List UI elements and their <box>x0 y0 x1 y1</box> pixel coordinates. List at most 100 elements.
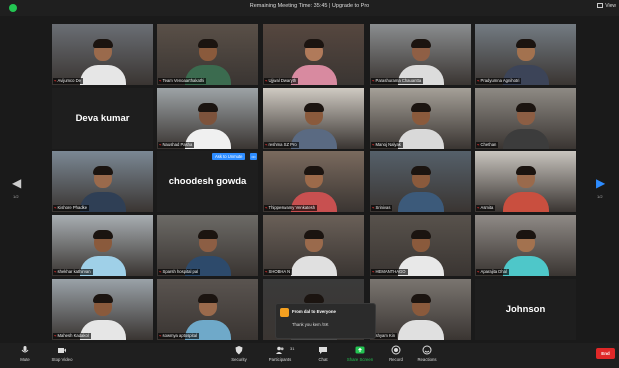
participant-tile[interactable]: ⌁Sparsh hospital pal <box>157 215 258 276</box>
participant-tile[interactable]: ⌁Srinivas <box>370 151 471 212</box>
participant-tile[interactable]: ⌁Avijumco De <box>52 24 153 85</box>
page-indicator-right: 1/2 <box>597 194 603 199</box>
muted-mic-icon: ⌁ <box>477 142 480 147</box>
participant-tile[interactable]: ⌁HEMANTHAGO <box>370 215 471 276</box>
participant-hair <box>515 38 536 48</box>
participant-tile[interactable]: ⌁shyam Kin <box>370 279 471 340</box>
muted-mic-icon: ⌁ <box>54 269 57 274</box>
participant-tile[interactable]: ⌁Naushad Pasha <box>157 88 258 149</box>
muted-mic-icon: ⌁ <box>54 205 57 210</box>
share-screen-button[interactable]: Share Screen <box>340 345 380 362</box>
participant-tile[interactable]: ⌁Kishore Phadke <box>52 151 153 212</box>
participant-tile[interactable]: Deva kumar <box>52 88 153 149</box>
chat-notification[interactable]: From dal to Everyone Thank you kem /SK <box>275 303 376 339</box>
participant-tile[interactable]: ⌁Ujjwal Dwaryth <box>263 24 364 85</box>
participant-tile[interactable]: ⌁Chethan <box>475 88 576 149</box>
participant-tile[interactable]: ⌁Pradyumna Agnihotri <box>475 24 576 85</box>
participant-name-tag: ⌁shekhar kathirvan <box>53 269 93 275</box>
participant-name-tag: ⌁Srinivas <box>371 205 393 211</box>
participant-name-tag: ⌁Kishore Phadke <box>53 205 90 211</box>
participant-hair <box>197 38 218 48</box>
participant-tile[interactable]: ⌁Team Venoaarthakathi <box>157 24 258 85</box>
participant-name-tag: ⌁Parashurama Chauantta <box>371 78 424 84</box>
participant-tile[interactable]: ⌁Parashurama Chauantta <box>370 24 471 85</box>
participant-tile[interactable]: ⌁Aparajita Dhal <box>475 215 576 276</box>
chat-button[interactable]: Chat <box>303 345 343 362</box>
participant-tile[interactable]: ⌁Thippeswamy Venkatesh <box>263 151 364 212</box>
muted-mic-icon: ⌁ <box>265 205 268 210</box>
participant-tile[interactable]: ⌁SHOBHA N <box>263 215 364 276</box>
participant-hair <box>92 165 113 175</box>
participant-hair <box>92 229 113 239</box>
participant-hair <box>410 165 431 175</box>
participant-name: Kishore Phadke <box>57 205 88 210</box>
participant-name: SHOBHA N <box>268 269 291 274</box>
participant-name-tag: ⌁Asmita <box>476 205 496 211</box>
participant-hair <box>515 165 536 175</box>
participant-tile[interactable]: Johnson <box>475 279 576 340</box>
participant-name-tag: ⌁Team Venoaarthakathi <box>158 78 207 84</box>
participant-tile[interactable]: ⌁shekhar kathirvan <box>52 215 153 276</box>
participant-name: HEMANTHAGO <box>375 269 406 274</box>
participant-hair <box>410 38 431 48</box>
next-page-arrow-icon[interactable]: ▶ <box>596 176 605 190</box>
video-camera-icon <box>58 348 66 353</box>
participant-hair <box>92 293 113 303</box>
muted-mic-icon: ⌁ <box>159 269 162 274</box>
stop-video-button[interactable]: Stop Video <box>42 345 82 362</box>
participant-name: Ujjwal Dwaryth <box>268 78 297 83</box>
mute-label: Mute <box>20 357 30 362</box>
participant-hair <box>303 229 324 239</box>
participant-name: Aparajita Dhal <box>480 269 507 274</box>
ask-to-unmute-button[interactable]: Ask to Unmute <box>212 153 246 160</box>
participant-name-tag: ⌁HEMANTHAGO <box>371 269 408 275</box>
participant-torso <box>502 256 549 276</box>
participant-hair <box>515 102 536 112</box>
participant-torso <box>397 320 444 340</box>
reactions-button[interactable]: Reactions <box>407 345 447 362</box>
end-meeting-button[interactable]: End <box>596 348 615 359</box>
more-options-chevron-icon[interactable]: ••• <box>250 153 257 160</box>
participant-tile[interactable]: ⌁Asmita <box>475 151 576 212</box>
participant-tile[interactable]: ⌁sowmya aptospital <box>157 279 258 340</box>
muted-mic-icon: ⌁ <box>477 78 480 83</box>
muted-mic-icon: ⌁ <box>159 142 162 147</box>
view-button[interactable]: View <box>597 3 616 9</box>
record-icon <box>391 345 401 355</box>
muted-mic-icon: ⌁ <box>54 333 57 338</box>
participant-name-tag: ⌁Thippeswamy Venkatesh <box>264 205 318 211</box>
participant-name-tag: ⌁sowmya aptospital <box>158 333 199 339</box>
meeting-time-banner[interactable]: Remaining Meeting Time: 35:45 | Upgrade … <box>0 3 619 9</box>
participant-name: sowmya aptospital <box>162 333 197 338</box>
security-button[interactable]: Security <box>219 345 259 362</box>
shield-icon <box>235 346 243 355</box>
participant-name-tag: ⌁Chethan <box>476 142 499 148</box>
participant-tile[interactable]: ⌁Mahesh Kadakol <box>52 279 153 340</box>
participant-name: Srinivas <box>375 205 391 210</box>
reactions-label: Reactions <box>417 357 437 362</box>
participant-name-tag: ⌁Ujjwal Dwaryth <box>264 78 299 84</box>
participant-torso <box>290 256 337 276</box>
participant-name-tag: ⌁Mahesh Kadakol <box>53 333 91 339</box>
participant-tile[interactable]: ⌁reshma SZ Pro <box>263 88 364 149</box>
participant-name: Avijumco De <box>57 78 81 83</box>
participants-count: 31 <box>290 346 295 351</box>
previous-page-arrow-icon[interactable]: ◀ <box>12 176 21 190</box>
participant-name: Team Venoaarthakathi <box>162 78 205 83</box>
participant-tile[interactable]: ⌁Manoj Nalyak <box>370 88 471 149</box>
muted-mic-icon: ⌁ <box>159 78 162 83</box>
muted-mic-icon: ⌁ <box>372 142 375 147</box>
participant-name: Mahesh Kadakol <box>57 333 89 338</box>
stop-video-label: Stop Video <box>51 357 73 362</box>
participant-name: shyam Kin <box>375 333 396 338</box>
mute-button[interactable]: Mute <box>5 345 45 362</box>
participant-name-tag: ⌁reshma SZ Pro <box>264 142 299 148</box>
participant-name: Chethan <box>480 142 497 147</box>
top-bar: Remaining Meeting Time: 35:45 | Upgrade … <box>0 0 619 16</box>
participant-hair <box>92 38 113 48</box>
security-label: Security <box>231 357 247 362</box>
participant-tile[interactable]: choodesh gowda <box>157 151 258 212</box>
participant-name-tag: ⌁Avijumco De <box>53 78 83 84</box>
participant-name: Sparsh hospital pal <box>162 269 199 274</box>
smiley-face-icon <box>422 345 432 355</box>
